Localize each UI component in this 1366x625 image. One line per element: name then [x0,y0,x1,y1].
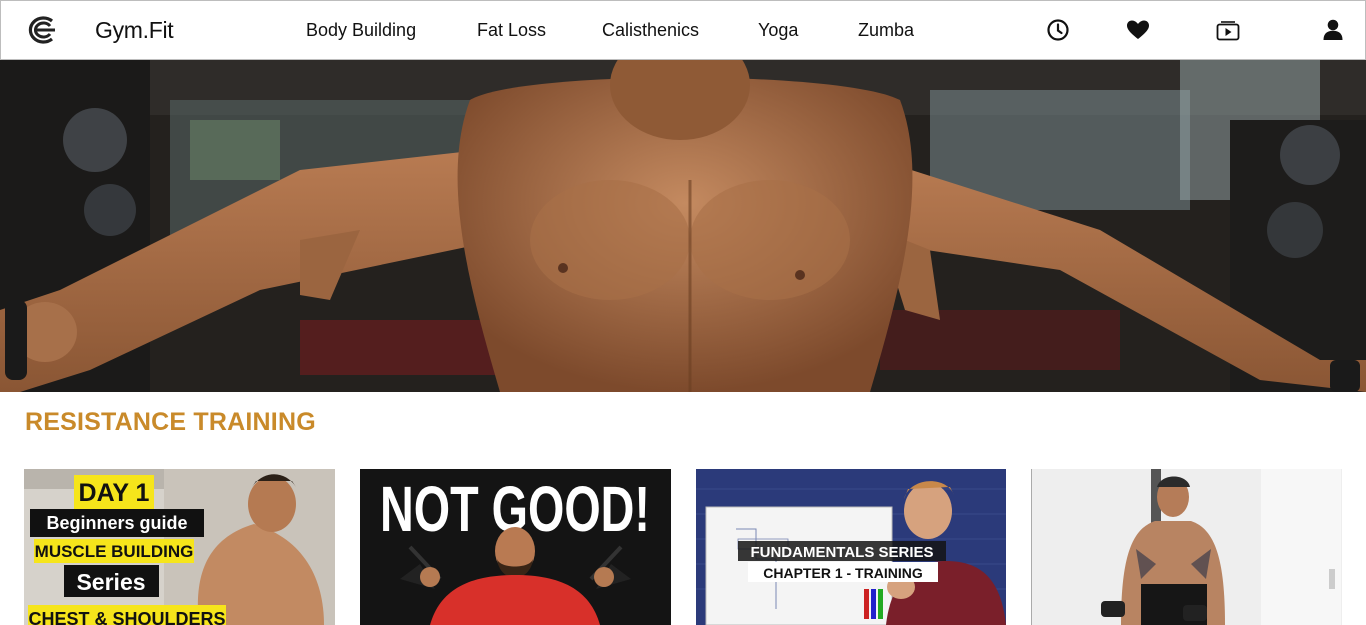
video-card[interactable] [1031,469,1342,625]
hero-image [0,60,1366,392]
clock-icon[interactable] [1045,17,1071,43]
video-card[interactable]: FUNDAMENTALS SERIES CHAPTER 1 - TRAINING [696,469,1007,625]
video-thumbnail: DAY 1 Beginners guide MUSCLE BUILDING Se… [24,469,335,625]
user-icon[interactable] [1320,17,1346,43]
thumb-line: DAY 1 [79,479,150,507]
thumb-line: FUNDAMENTALS SERIES [750,544,933,561]
video-thumbnail: NOT GOOD! [360,469,671,625]
thumb-line: Series [76,569,145,595]
thumb-line: Beginners guide [46,513,187,533]
video-thumbnail: FUNDAMENTALS SERIES CHAPTER 1 - TRAINING [696,469,1006,625]
thumb-line: MUSCLE BUILDING [35,542,194,561]
thumb-line: CHAPTER 1 - TRAINING [763,565,923,581]
nav-yoga[interactable]: Yoga [758,20,798,41]
video-card[interactable]: DAY 1 Beginners guide MUSCLE BUILDING Se… [24,469,335,625]
video-card[interactable]: NOT GOOD! [360,469,671,625]
thumb-line: CHEST & SHOULDERS [28,609,225,625]
top-navbar: Gym.Fit Body Building Fat Loss Calisthen… [0,0,1366,60]
nav-fat-loss[interactable]: Fat Loss [477,20,546,41]
video-library-icon[interactable] [1215,17,1241,43]
section-title: RESISTANCE TRAINING [25,408,316,436]
nav-body-building[interactable]: Body Building [306,20,416,41]
logo-icon[interactable] [25,15,57,45]
heart-icon[interactable] [1125,17,1151,43]
nav-zumba[interactable]: Zumba [858,20,914,41]
hero-banner [0,60,1366,392]
nav-calisthenics[interactable]: Calisthenics [602,20,699,41]
brand-name[interactable]: Gym.Fit [95,17,174,44]
video-thumbnail [1031,469,1342,625]
